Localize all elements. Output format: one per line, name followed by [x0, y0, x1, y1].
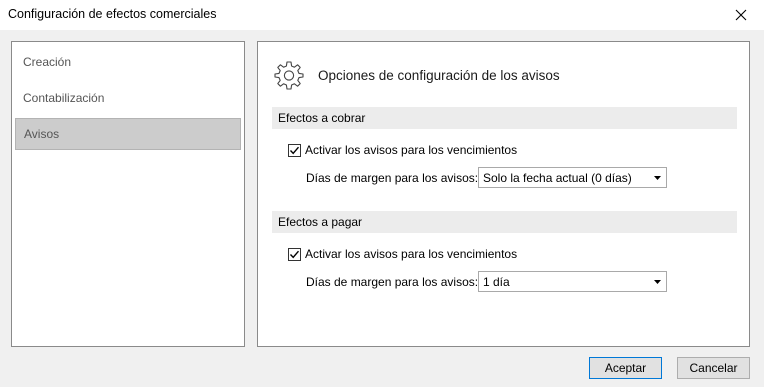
close-button[interactable]	[718, 0, 764, 30]
checkmark-icon	[289, 146, 300, 154]
checkbox-row-cobrar[interactable]: Activar los avisos para los vencimientos	[288, 142, 517, 158]
checkbox-pagar[interactable]	[288, 247, 301, 261]
margin-select-pagar[interactable]: 1 día	[478, 271, 667, 292]
nav-item-avisos[interactable]: Avisos	[15, 118, 241, 150]
chevron-down-icon[interactable]	[649, 168, 666, 187]
section-header-cobrar: Efectos a cobrar	[272, 107, 737, 129]
margin-label-cobrar: Días de margen para los avisos:	[306, 171, 479, 185]
panel-title: Opciones de configuración de los avisos	[318, 68, 560, 83]
margin-select-cobrar-value: Solo la fecha actual (0 días)	[483, 171, 632, 185]
margin-label-pagar: Días de margen para los avisos:	[306, 275, 479, 289]
margin-select-cobrar[interactable]: Solo la fecha actual (0 días)	[478, 167, 667, 188]
checkbox-cobrar[interactable]	[288, 143, 301, 157]
cancel-button[interactable]: Cancelar	[677, 357, 750, 379]
margin-select-pagar-value: 1 día	[483, 275, 510, 289]
nav-item-contabilizacion[interactable]: Contabilización	[15, 82, 241, 114]
checkmark-icon	[289, 250, 300, 258]
gear-icon	[274, 60, 304, 90]
chevron-down-icon[interactable]	[649, 272, 666, 291]
section-header-pagar: Efectos a pagar	[272, 211, 737, 233]
checkbox-row-pagar[interactable]: Activar los avisos para los vencimientos	[288, 246, 517, 262]
checkbox-label-pagar: Activar los avisos para los vencimientos	[305, 247, 518, 261]
dialog-window: Configuración de efectos comerciales Cre…	[0, 0, 764, 387]
accept-button[interactable]: Aceptar	[589, 357, 662, 379]
nav-item-creacion[interactable]: Creación	[15, 46, 241, 78]
category-list: Creación Contabilización Avisos	[11, 41, 245, 347]
checkbox-label-cobrar: Activar los avisos para los vencimientos	[305, 143, 518, 157]
window-title: Configuración de efectos comerciales	[8, 7, 217, 21]
close-icon	[735, 9, 747, 21]
settings-panel: Opciones de configuración de los avisos …	[257, 41, 750, 347]
title-bar: Configuración de efectos comerciales	[0, 0, 764, 30]
